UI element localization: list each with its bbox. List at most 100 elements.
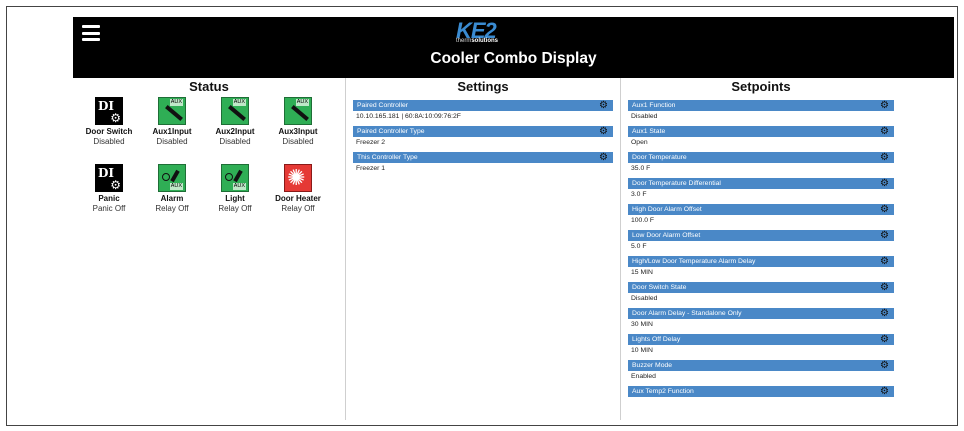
setpoint-door-temperature: Door Temperature ⚙ 35.0 F: [628, 152, 894, 173]
aux-input-icon: AUX: [284, 97, 312, 125]
setting-this-controller-type: This Controller Type ⚙ Freezer 1: [353, 152, 613, 173]
settings-panel: Settings Paired Controller ⚙ 10.10.165.18…: [346, 78, 620, 178]
setpoint-header[interactable]: Door Temperature ⚙: [628, 152, 894, 163]
setpoint-door-alarm-delay: Door Alarm Delay - Standalone Only ⚙ 30 M…: [628, 308, 894, 329]
setpoint-aux1-function: Aux1 Function ⚙ Disabled: [628, 100, 894, 121]
aux-relay-icon: AUX: [221, 164, 249, 192]
di-icon: DI ⚙: [95, 97, 123, 125]
tile-name: Alarm: [160, 194, 184, 203]
heater-icon: ✺: [284, 164, 312, 192]
gear-icon[interactable]: ⚙: [880, 360, 889, 371]
tile-name: Aux3Input: [278, 127, 318, 136]
setpoint-header[interactable]: Door Alarm Delay - Standalone Only ⚙: [628, 308, 894, 319]
gear-icon[interactable]: ⚙: [599, 100, 608, 111]
setpoint-header[interactable]: Lights Off Delay ⚙: [628, 334, 894, 345]
aux-input-icon: AUX: [221, 97, 249, 125]
setpoint-header[interactable]: Aux1 State ⚙: [628, 126, 894, 137]
status-tile-aux1input[interactable]: AUX Aux1Input Disabled: [141, 97, 203, 147]
status-tile-door-switch[interactable]: DI ⚙ Door Switch Disabled: [78, 97, 140, 147]
setpoint-header[interactable]: Door Temperature Differential ⚙: [628, 178, 894, 189]
gear-icon[interactable]: ⚙: [880, 126, 889, 137]
tile-value: Relay Off: [281, 204, 315, 213]
setpoints-title: Setpoints: [731, 79, 791, 94]
status-tile-alarm[interactable]: AUX Alarm Relay Off: [141, 164, 203, 214]
setpoint-value: Disabled: [631, 113, 658, 120]
aux-input-icon: AUX: [158, 97, 186, 125]
gear-icon[interactable]: ⚙: [880, 386, 889, 397]
gear-icon[interactable]: ⚙: [880, 308, 889, 319]
setting-paired-controller: Paired Controller ⚙ 10.10.165.181 | 60:8A…: [353, 100, 613, 121]
setpoint-header[interactable]: High Door Alarm Offset ⚙: [628, 204, 894, 215]
page-title: Cooler Combo Display: [430, 50, 597, 67]
gear-icon[interactable]: ⚙: [880, 178, 889, 189]
gear-icon[interactable]: ⚙: [880, 204, 889, 215]
gear-icon[interactable]: ⚙: [880, 282, 889, 293]
gear-icon[interactable]: ⚙: [880, 256, 889, 267]
aux-relay-icon: AUX: [158, 164, 186, 192]
setting-value: Freezer 2: [356, 139, 386, 146]
setpoint-low-door-alarm-offset: Low Door Alarm Offset ⚙ 5.0 F: [628, 230, 894, 251]
setpoint-header[interactable]: Aux1 Function ⚙: [628, 100, 894, 111]
setting-header[interactable]: Paired Controller Type ⚙: [353, 126, 613, 137]
setpoint-aux1-state: Aux1 State ⚙ Open: [628, 126, 894, 147]
setpoint-door-temperature-differential: Door Temperature Differential ⚙ 3.0 F: [628, 178, 894, 199]
menu-icon[interactable]: [82, 25, 100, 41]
setpoint-header[interactable]: Aux Temp2 Function ⚙: [628, 386, 894, 397]
setpoint-value: 30 MIN: [631, 321, 653, 328]
gear-icon[interactable]: ⚙: [880, 100, 889, 111]
setpoint-lights-off-delay: Lights Off Delay ⚙ 10 MIN: [628, 334, 894, 355]
status-tile-panic[interactable]: DI ⚙ Panic Panic Off: [78, 164, 140, 214]
status-tile-light[interactable]: AUX Light Relay Off: [204, 164, 266, 214]
setpoint-header[interactable]: Door Switch State ⚙: [628, 282, 894, 293]
setpoint-header[interactable]: Low Door Alarm Offset ⚙: [628, 230, 894, 241]
tile-value: Disabled: [93, 137, 125, 146]
setpoint-header[interactable]: High/Low Door Temperature Alarm Delay ⚙: [628, 256, 894, 267]
setpoint-door-switch-state: Door Switch State ⚙ Disabled: [628, 282, 894, 303]
status-tile-aux2input[interactable]: AUX Aux2Input Disabled: [204, 97, 266, 147]
setpoint-value: 5.0 F: [631, 243, 647, 250]
gear-icon[interactable]: ⚙: [599, 126, 608, 137]
setpoint-value: Enabled: [631, 373, 656, 380]
setpoint-value: 15 MIN: [631, 269, 653, 276]
tile-value: Disabled: [282, 137, 314, 146]
setpoint-value: 100.0 F: [631, 217, 655, 224]
tile-value: Relay Off: [155, 204, 189, 213]
tile-name: Door Heater: [275, 194, 321, 203]
setting-header[interactable]: Paired Controller ⚙: [353, 100, 613, 111]
tile-value: Panic Off: [92, 204, 126, 213]
setpoint-value: 3.0 F: [631, 191, 647, 198]
status-title: Status: [189, 79, 229, 94]
tile-value: Disabled: [219, 137, 251, 146]
tile-name: Aux2Input: [215, 127, 255, 136]
app-header: KE2 thermsolutions Cooler Combo Display: [73, 17, 954, 78]
tile-name: Aux1Input: [152, 127, 192, 136]
gear-icon[interactable]: ⚙: [880, 230, 889, 241]
setpoint-high-door-alarm-offset: High Door Alarm Offset ⚙ 100.0 F: [628, 204, 894, 225]
status-tile-door-heater[interactable]: ✺ Door Heater Relay Off: [267, 164, 329, 214]
tile-name: Door Switch: [85, 127, 133, 136]
di-icon: DI ⚙: [95, 164, 123, 192]
status-panel: Status DI ⚙ Door Switch Disabled AUX Aux1…: [73, 78, 345, 213]
status-tile-aux3input[interactable]: AUX Aux3Input Disabled: [267, 97, 329, 147]
setpoint-value: 35.0 F: [631, 165, 651, 172]
settings-title: Settings: [457, 79, 509, 94]
setting-value: Freezer 1: [356, 165, 386, 172]
setting-paired-controller-type: Paired Controller Type ⚙ Freezer 2: [353, 126, 613, 147]
setpoint-value: Open: [631, 139, 648, 146]
tile-value: Relay Off: [218, 204, 252, 213]
setpoint-buzzer-mode: Buzzer Mode ⚙ Enabled: [628, 360, 894, 381]
setpoint-aux-temp2-function: Aux Temp2 Function ⚙: [628, 386, 894, 397]
setpoint-door-temperature-alarm-delay: High/Low Door Temperature Alarm Delay ⚙ 1…: [628, 256, 894, 277]
gear-icon[interactable]: ⚙: [880, 334, 889, 345]
tile-name: Light: [225, 194, 245, 203]
brand-logo: KE2 thermsolutions: [456, 18, 512, 45]
logo-subtitle: thermsolutions: [456, 38, 499, 44]
gear-icon[interactable]: ⚙: [599, 152, 608, 163]
tile-value: Disabled: [156, 137, 188, 146]
setpoint-value: 10 MIN: [631, 347, 653, 354]
setpoints-panel: Setpoints Aux1 Function ⚙ Disabled Aux1 S…: [621, 78, 901, 402]
setpoint-value: Disabled: [631, 295, 658, 302]
setting-header[interactable]: This Controller Type ⚙: [353, 152, 613, 163]
gear-icon[interactable]: ⚙: [880, 152, 889, 163]
setpoint-header[interactable]: Buzzer Mode ⚙: [628, 360, 894, 371]
